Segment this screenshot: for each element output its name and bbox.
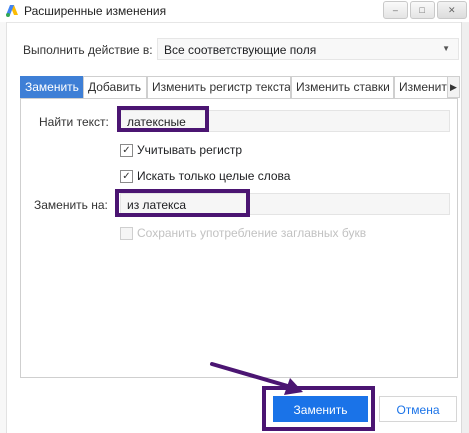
annotation-arrow-icon	[210, 362, 303, 395]
